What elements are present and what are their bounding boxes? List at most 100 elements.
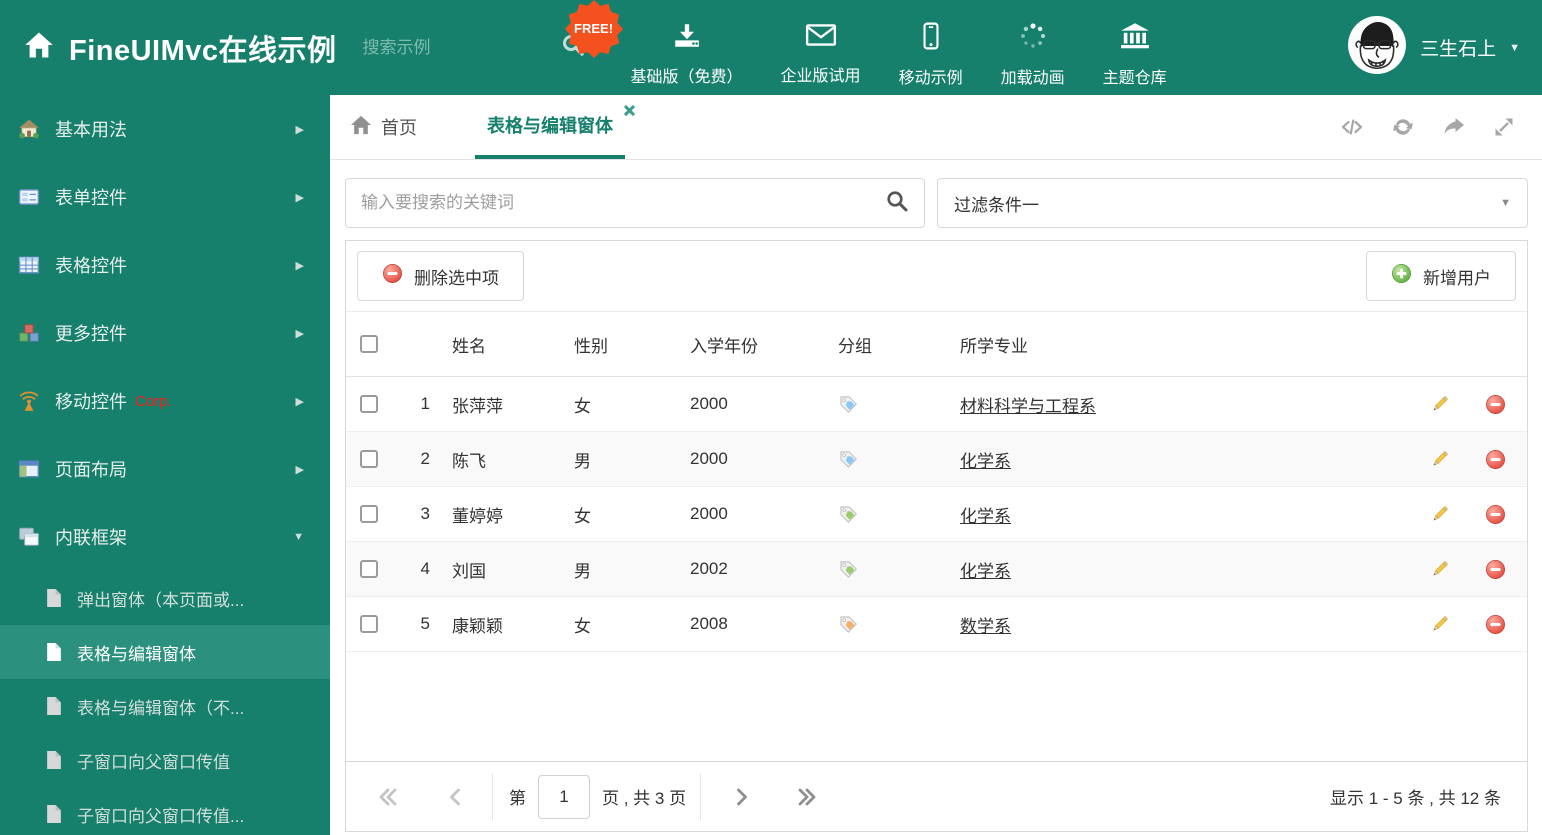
chevron-down-icon: ▼ [1500, 197, 1511, 209]
form-icon [18, 186, 40, 208]
cell-name: 陈飞 [452, 451, 486, 471]
nav-item-enterprise-trial[interactable]: 企业版试用 [781, 8, 861, 86]
nav-item-basic-free[interactable]: FREE! 基础版（免费） [564, 0, 743, 87]
divider [492, 773, 493, 820]
avatar [1347, 15, 1407, 80]
header-nav: FREE! 基础版（免费） 企业版试用 移动示例 加载动画 主题仓库 [564, 0, 1167, 88]
delete-icon[interactable] [1463, 559, 1527, 580]
add-user-button[interactable]: 新增用户 [1366, 251, 1516, 301]
tab-home[interactable]: 首页 [350, 95, 417, 159]
sidebar-item-form-controls[interactable]: 表单控件 ▶ [0, 163, 330, 231]
edit-icon[interactable] [1415, 394, 1463, 415]
sidebar-subitem-child-to-parent-2[interactable]: 子窗口向父窗口传值... [0, 787, 330, 835]
first-page-button[interactable] [376, 785, 400, 809]
filter-dropdown-value: 过滤条件一 [954, 195, 1039, 215]
source-code-icon[interactable] [1339, 115, 1365, 139]
col-header-major[interactable]: 所学专业 [942, 332, 1415, 357]
row-checkbox[interactable] [360, 615, 378, 633]
close-icon[interactable] [623, 104, 635, 116]
edit-icon[interactable] [1415, 559, 1463, 580]
delete-icon[interactable] [1463, 449, 1527, 470]
chevron-right-icon: ▶ [295, 259, 304, 272]
cell-name: 董婷婷 [452, 506, 503, 526]
sidebar-subitem-grid-edit-window[interactable]: 表格与编辑窗体 [0, 625, 330, 679]
sidebar-item-inline-frame[interactable]: 内联框架 ▼ [0, 503, 330, 571]
main-content: 首页 表格与编辑窗体 输入要搜索的关键词 过滤条件一 ▼ 删除选中项 新增用户 … [330, 95, 1542, 835]
sidebar-subitem-child-to-parent[interactable]: 子窗口向父窗口传值 [0, 733, 330, 787]
row-checkbox[interactable] [360, 450, 378, 468]
delete-icon[interactable] [1463, 504, 1527, 525]
tag-icon [820, 394, 942, 415]
refresh-icon[interactable] [1390, 115, 1416, 139]
sidebar: 基本用法 ▶ 表单控件 ▶ 表格控件 ▶ 更多控件 ▶ 移动控件 Corp. ▶… [0, 95, 330, 835]
page-suffix: 页 , 共 3 页 [602, 789, 687, 808]
home-colorful-icon [18, 118, 40, 140]
divider [700, 773, 702, 820]
table-header: 姓名 性别 入学年份 分组 所学专业 [346, 312, 1527, 377]
sidebar-subitem-label: 表格与编辑窗体（不... [77, 698, 245, 718]
last-page-button[interactable] [795, 785, 819, 809]
prev-page-button[interactable] [444, 785, 468, 809]
delete-icon[interactable] [1463, 394, 1527, 415]
chevron-right-icon: ▶ [295, 191, 304, 204]
nav-item-mobile-examples[interactable]: 移动示例 [899, 8, 963, 88]
tab-strip: 首页 表格与编辑窗体 [330, 95, 1542, 160]
delete-icon[interactable] [1463, 614, 1527, 635]
row-checkbox[interactable] [360, 560, 378, 578]
search-icon[interactable] [885, 189, 909, 218]
cell-name: 康颖颖 [452, 616, 503, 636]
page-number-input[interactable] [538, 774, 590, 819]
nav-label: 主题仓库 [1102, 69, 1167, 87]
file-icon [45, 750, 63, 770]
row-checkbox[interactable] [360, 505, 378, 523]
sidebar-item-basic-usage[interactable]: 基本用法 ▶ [0, 95, 330, 163]
sidebar-item-page-layout[interactable]: 页面布局 ▶ [0, 435, 330, 503]
delete-selected-button[interactable]: 删除选中项 [357, 251, 524, 301]
edit-icon[interactable] [1415, 504, 1463, 525]
row-checkbox[interactable] [360, 395, 378, 413]
chevron-down-icon: ▼ [1509, 41, 1520, 54]
cell-year: 2002 [690, 559, 728, 578]
edit-icon[interactable] [1415, 449, 1463, 470]
cell-gender: 女 [574, 396, 591, 416]
filter-dropdown[interactable]: 过滤条件一 ▼ [937, 178, 1528, 228]
share-icon[interactable] [1441, 115, 1467, 139]
col-header-gender[interactable]: 性别 [556, 332, 672, 357]
sidebar-item-label: 内联框架 [55, 528, 127, 548]
cell-year: 2008 [690, 614, 728, 633]
download-icon [672, 22, 702, 54]
user-menu[interactable]: 三生石上 ▼ [1347, 15, 1520, 80]
nav-item-loading-animations[interactable]: 加载动画 [1001, 8, 1065, 88]
edit-icon[interactable] [1415, 614, 1463, 635]
keyword-search-input[interactable] [361, 193, 885, 213]
table-row: 3 董婷婷 女 2000 化学系 [346, 487, 1527, 542]
col-header-name[interactable]: 姓名 [434, 332, 556, 357]
sidebar-item-mobile-controls[interactable]: 移动控件 Corp. ▶ [0, 367, 330, 435]
next-page-button[interactable] [729, 785, 753, 809]
nav-label: 企业版试用 [780, 67, 861, 85]
major-link[interactable]: 化学系 [960, 452, 1011, 471]
sidebar-item-more-controls[interactable]: 更多控件 ▶ [0, 299, 330, 367]
cell-year: 2000 [690, 394, 728, 413]
header-search-input[interactable] [362, 37, 513, 58]
select-all-checkbox[interactable] [360, 335, 378, 353]
sidebar-subitem-popup-window[interactable]: 弹出窗体（本页面或... [0, 571, 330, 625]
sidebar-subitem-grid-edit-window-2[interactable]: 表格与编辑窗体（不... [0, 679, 330, 733]
brand[interactable]: FineUIMvc在线示例 [24, 27, 337, 69]
bank-icon [1119, 22, 1151, 55]
col-header-year[interactable]: 入学年份 [672, 332, 820, 357]
expand-icon[interactable] [1492, 115, 1516, 139]
major-link[interactable]: 化学系 [960, 562, 1011, 581]
major-link[interactable]: 材料科学与工程系 [960, 397, 1096, 416]
col-header-group[interactable]: 分组 [820, 332, 942, 357]
page-prefix: 第 [509, 789, 526, 808]
major-link[interactable]: 数学系 [960, 617, 1011, 636]
sidebar-subitem-label: 弹出窗体（本页面或... [77, 590, 245, 610]
header-search [362, 33, 585, 62]
nav-item-theme-repository[interactable]: 主题仓库 [1103, 8, 1167, 88]
major-link[interactable]: 化学系 [960, 507, 1011, 526]
sidebar-item-grid-controls[interactable]: 表格控件 ▶ [0, 231, 330, 299]
filter-row: 过滤条件一 ▼ [345, 178, 1528, 228]
sidebar-item-label: 表单控件 [55, 188, 127, 208]
tab-grid-edit-window[interactable]: 表格与编辑窗体 [475, 95, 625, 159]
